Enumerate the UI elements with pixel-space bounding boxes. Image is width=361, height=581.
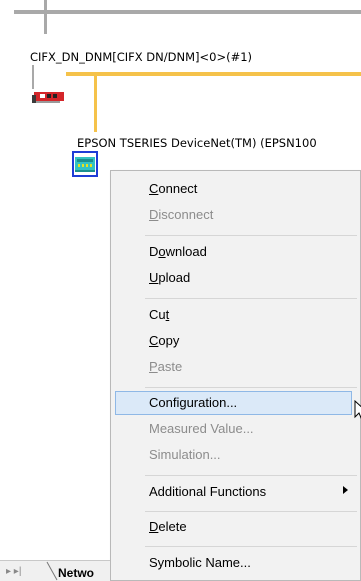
menu-item-connect[interactable]: Connect — [149, 181, 197, 196]
menu-separator — [145, 511, 357, 512]
tab-edge-icon — [46, 561, 58, 581]
menu-item-additional-functions[interactable]: Additional Functions — [149, 484, 266, 499]
menu-separator — [145, 298, 357, 299]
menu-item-cut[interactable]: Cut — [149, 307, 169, 322]
menu-separator — [145, 235, 357, 236]
menu-item-copy[interactable]: Copy — [149, 333, 179, 348]
menu-item-disconnect[interactable]: Disconnect — [149, 207, 213, 222]
connect-label-rest: onnect — [158, 181, 198, 196]
context-menu: Connect Disconnect Download Upload Cut C… — [110, 170, 361, 581]
menu-item-measured-value[interactable]: Measured Value... — [149, 421, 254, 436]
menu-separator — [145, 387, 357, 388]
menu-separator — [145, 475, 357, 476]
menu-item-simulation[interactable]: Simulation... — [149, 447, 221, 462]
network-card-icon[interactable] — [30, 86, 68, 106]
master-device-label: CIFX_DN_DNM[CIFX DN/DNM]<0>(#1) — [30, 50, 253, 64]
slave-connector — [94, 76, 97, 132]
tab-scroll-arrows[interactable]: ▸ ▸| — [6, 566, 21, 577]
menu-item-paste[interactable]: Paste — [149, 359, 182, 374]
tab-network[interactable]: Netwo — [58, 566, 94, 580]
mouse-cursor-icon — [354, 400, 361, 419]
disconnect-label-rest: isconnect — [158, 207, 214, 222]
submenu-arrow-icon — [343, 486, 348, 494]
menu-item-delete[interactable]: Delete — [149, 519, 187, 534]
devicenet-slave-icon[interactable] — [72, 151, 98, 177]
menu-item-upload[interactable]: Upload — [149, 270, 190, 285]
menu-item-symbolic-name[interactable]: Symbolic Name... — [149, 555, 251, 570]
slave-device-label: EPSON TSERIES DeviceNet(TM) (EPSN100 — [77, 136, 317, 150]
menu-item-configuration[interactable]: Configuration... — [149, 395, 237, 410]
menu-item-download[interactable]: Download — [149, 244, 207, 259]
devicenet-bus-line — [66, 72, 361, 76]
devicenet-slave-graphic — [75, 157, 95, 172]
menu-separator — [145, 546, 357, 547]
network-view: CIFX_DN_DNM[CIFX DN/DNM]<0>(#1) EPSON TS… — [0, 0, 361, 581]
gray-bus-connector — [44, 0, 47, 34]
gray-bus-line — [14, 10, 361, 14]
